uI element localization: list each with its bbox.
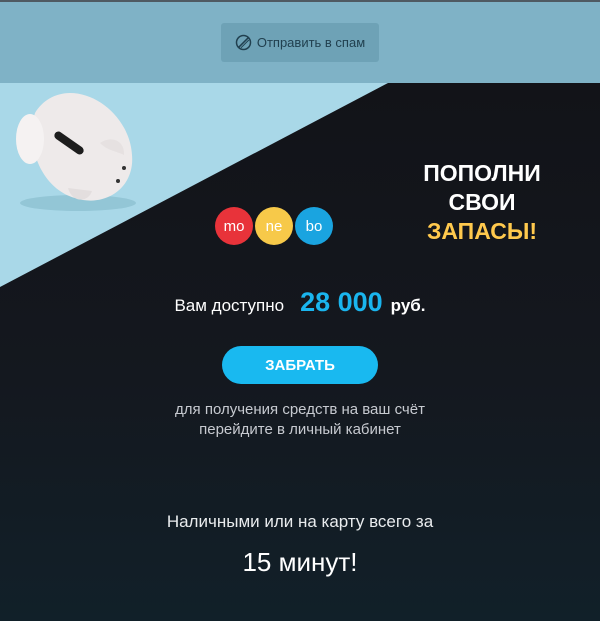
- monebo-logo: mo ne bo: [215, 207, 335, 245]
- cta-note-line-1: для получения средств на ваш счёт: [175, 401, 425, 418]
- available-currency: руб.: [390, 296, 426, 315]
- minutes-text: 15 минут!: [242, 547, 358, 577]
- logo-circle-mo: mo: [215, 207, 253, 245]
- block-icon: [235, 34, 252, 51]
- claim-button[interactable]: ЗАБРАТЬ: [222, 346, 378, 384]
- available-label: Вам доступно: [174, 296, 285, 315]
- headline: ПОПОЛНИ СВОИ ЗАПАСЫ!: [400, 159, 564, 246]
- logo-circle-ne: ne: [255, 207, 293, 245]
- cash-text: Наличными или на карту всего за: [166, 512, 434, 531]
- headline-line-2: СВОИ: [448, 189, 516, 215]
- send-to-spam-label: Отправить в спам: [256, 35, 366, 50]
- logo-circle-bo: bo: [295, 207, 333, 245]
- send-to-spam-button[interactable]: Отправить в спам: [221, 23, 379, 62]
- available-amount: 28 000: [300, 287, 383, 317]
- cta-note: для получения средств на ваш счёт перейд…: [0, 400, 600, 440]
- headline-line-3: ЗАПАСЫ!: [426, 218, 538, 244]
- headline-line-1: ПОПОЛНИ: [423, 160, 541, 186]
- cta-note-line-2: перейдите в личный кабинет: [199, 421, 401, 438]
- promo-banner: ПОПОЛНИ СВОИ ЗАПАСЫ! mo ne bo Вам доступ…: [0, 83, 600, 621]
- available-amount-row: Вам доступно 28 000 руб.: [0, 287, 600, 318]
- spam-bar: Отправить в спам: [0, 2, 600, 83]
